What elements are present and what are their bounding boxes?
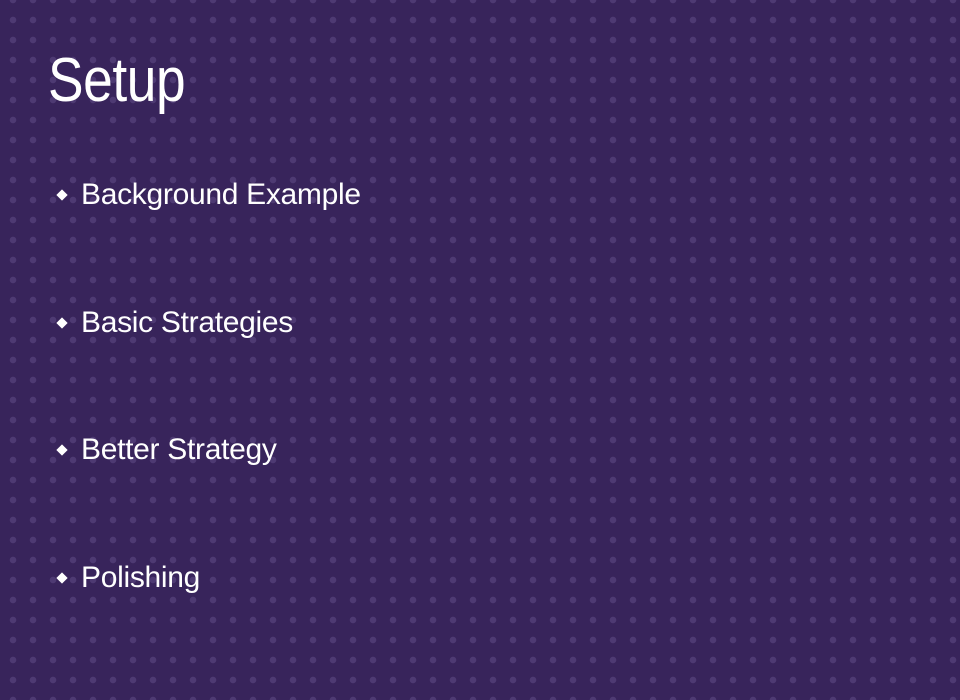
list-item-label: Background Example [81,178,361,211]
list-item: Better Strategy [56,432,277,468]
list-item: Basic Strategies [56,305,293,341]
diamond-icon [56,189,68,201]
list-item-label: Polishing [81,561,201,594]
slide-title: Setup [48,46,186,115]
list-item: Polishing [56,560,200,596]
list-item: Background Example [56,177,361,213]
diamond-icon [56,317,68,329]
diamond-icon [56,572,68,584]
list-item-label: Basic Strategies [81,306,293,339]
diamond-icon [56,444,68,456]
list-item-label: Better Strategy [81,433,277,466]
